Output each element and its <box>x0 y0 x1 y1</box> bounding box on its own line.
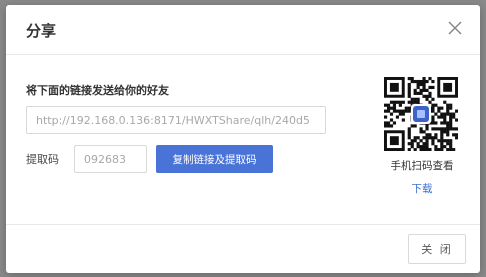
dialog-header: 分享 <box>6 5 480 55</box>
app-logo-icon <box>411 104 431 124</box>
dialog-footer: 关 闭 <box>6 224 480 273</box>
copy-link-and-code-button[interactable]: 复制链接及提取码 <box>156 145 273 173</box>
close-icon[interactable] <box>446 19 464 37</box>
qr-caption: 手机扫码查看 <box>390 160 454 172</box>
share-link-input[interactable] <box>26 106 326 134</box>
share-instruction: 将下面的链接发送给你的好友 <box>26 84 169 97</box>
extraction-code-input[interactable] <box>74 145 147 173</box>
close-button[interactable]: 关 闭 <box>408 234 466 264</box>
dialog-title: 分享 <box>26 22 57 40</box>
qr-code <box>384 77 458 151</box>
download-link[interactable]: 下载 <box>372 181 472 196</box>
share-dialog: 分享 将下面的链接发送给你的好友 提取码 复制链接及提取码 手机扫码查看 下载 … <box>6 5 480 273</box>
extraction-code-label: 提取码 <box>26 153 59 166</box>
